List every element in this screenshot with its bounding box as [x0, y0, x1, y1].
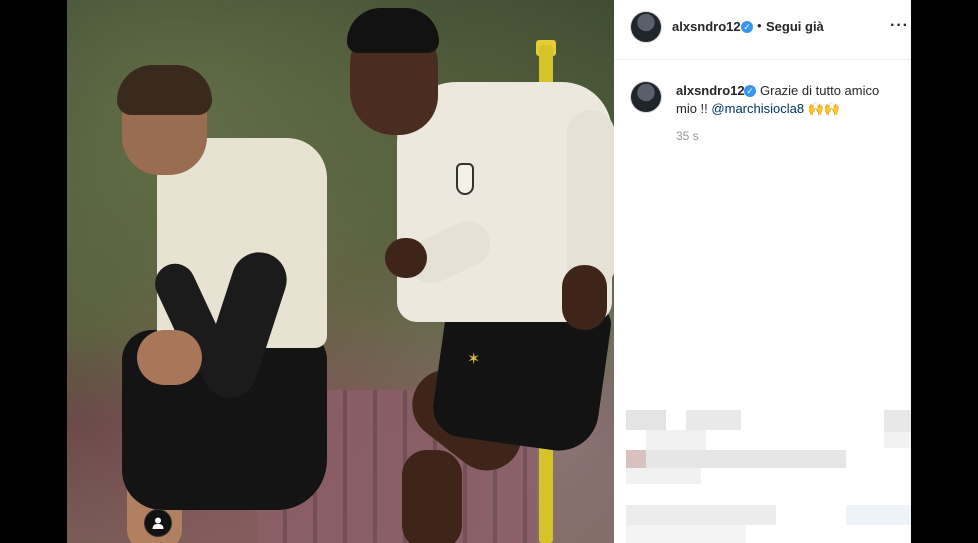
right-player-hand-left [385, 238, 427, 278]
pixelated-region [626, 410, 911, 543]
header-username[interactable]: alxsndro12 [672, 19, 741, 34]
post-side-panel: alxsndro12 ✓ • Segui già ··· Grazie di t… [614, 0, 911, 543]
pixel-block [626, 525, 746, 543]
user-profile-icon[interactable] [144, 509, 172, 537]
avatar[interactable] [630, 11, 662, 43]
pixel-block [686, 410, 741, 430]
club-crest-icon [456, 163, 474, 195]
right-backdrop [911, 0, 978, 543]
pixel-block [626, 505, 776, 525]
pixel-block [646, 430, 706, 450]
verified-badge-icon: ✓ [741, 21, 753, 33]
right-player-leg-lower [402, 450, 462, 543]
left-player-hand [137, 330, 202, 385]
mention-link[interactable]: @marchisiocla8 [711, 101, 804, 116]
follow-button[interactable]: Segui già [766, 19, 824, 34]
right-player-arm [567, 110, 614, 290]
caption-emoji: 🙌🙌 [807, 101, 841, 116]
left-player-hair [117, 65, 212, 115]
avatar[interactable] [630, 81, 662, 113]
pixel-block [846, 505, 911, 525]
pixel-block [626, 468, 701, 484]
pixel-block [884, 410, 911, 432]
right-player-hand [562, 265, 607, 330]
pixel-block [626, 450, 646, 468]
right-player-hair [347, 8, 439, 53]
pixel-block [626, 410, 666, 430]
post-timestamp: 35 s [676, 129, 699, 143]
pixel-block [646, 450, 846, 468]
user-silhouette-icon [152, 517, 164, 529]
caption-username[interactable]: alxsndro12 [676, 83, 745, 98]
starball-logo-icon: ✶ [467, 351, 481, 368]
verified-badge-icon: ✓ [744, 85, 756, 97]
separator-dot: • [757, 18, 762, 33]
more-options-icon[interactable]: ··· [890, 17, 909, 35]
pixel-block [884, 432, 911, 448]
post-photo[interactable]: ✶ [67, 0, 614, 543]
instagram-post-viewer: ✶ alxsndro12 ✓ • Segui già ··· Grazie di… [0, 0, 978, 543]
post-header: alxsndro12 ✓ • Segui già ··· [614, 0, 911, 60]
